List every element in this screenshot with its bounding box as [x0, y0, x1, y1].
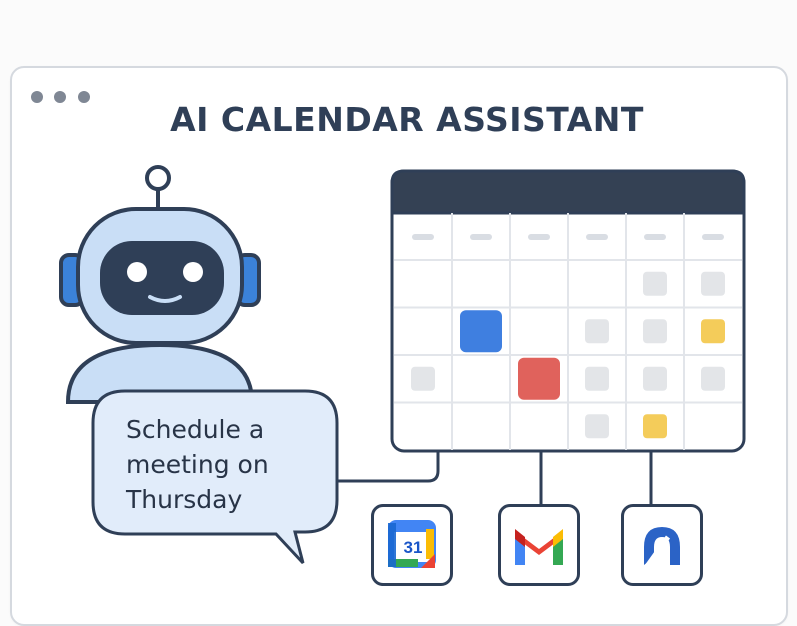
arc-app-icon: [644, 527, 680, 567]
robot-icon: [59, 165, 261, 404]
calendar-slot: [643, 319, 667, 344]
calendar-event[interactable]: [643, 414, 667, 439]
calendar-event[interactable]: [518, 357, 560, 400]
gmail-icon: [515, 529, 563, 565]
weekday-label-placeholder: [412, 234, 434, 240]
calendar-event[interactable]: [460, 310, 502, 353]
weekday-label-placeholder: [528, 234, 550, 240]
weekday-label-placeholder: [644, 234, 666, 240]
calendar-widget: [390, 169, 746, 453]
calendar-slot: [643, 271, 667, 296]
google-calendar-date: 31: [403, 538, 423, 557]
weekday-label-placeholder: [702, 234, 724, 240]
calendar-slot: [585, 366, 609, 391]
weekday-label-placeholder: [470, 234, 492, 240]
connector-line: [337, 452, 440, 483]
calendar-slot: [701, 366, 725, 391]
calendar-slot: [643, 366, 667, 391]
calendar-slot: [411, 366, 435, 391]
google-calendar-button[interactable]: 31: [371, 504, 453, 586]
calendar-slot: [585, 414, 609, 439]
calendar-event[interactable]: [701, 319, 725, 344]
calendar-slot: [585, 319, 609, 344]
calendar-slot: [701, 271, 725, 296]
connector-lines: [337, 452, 653, 504]
weekday-label-placeholder: [586, 234, 608, 240]
arc-app-button[interactable]: [621, 504, 703, 586]
assistant-message: Schedule a meeting on Thursday: [126, 415, 269, 514]
gmail-button[interactable]: [498, 504, 580, 586]
